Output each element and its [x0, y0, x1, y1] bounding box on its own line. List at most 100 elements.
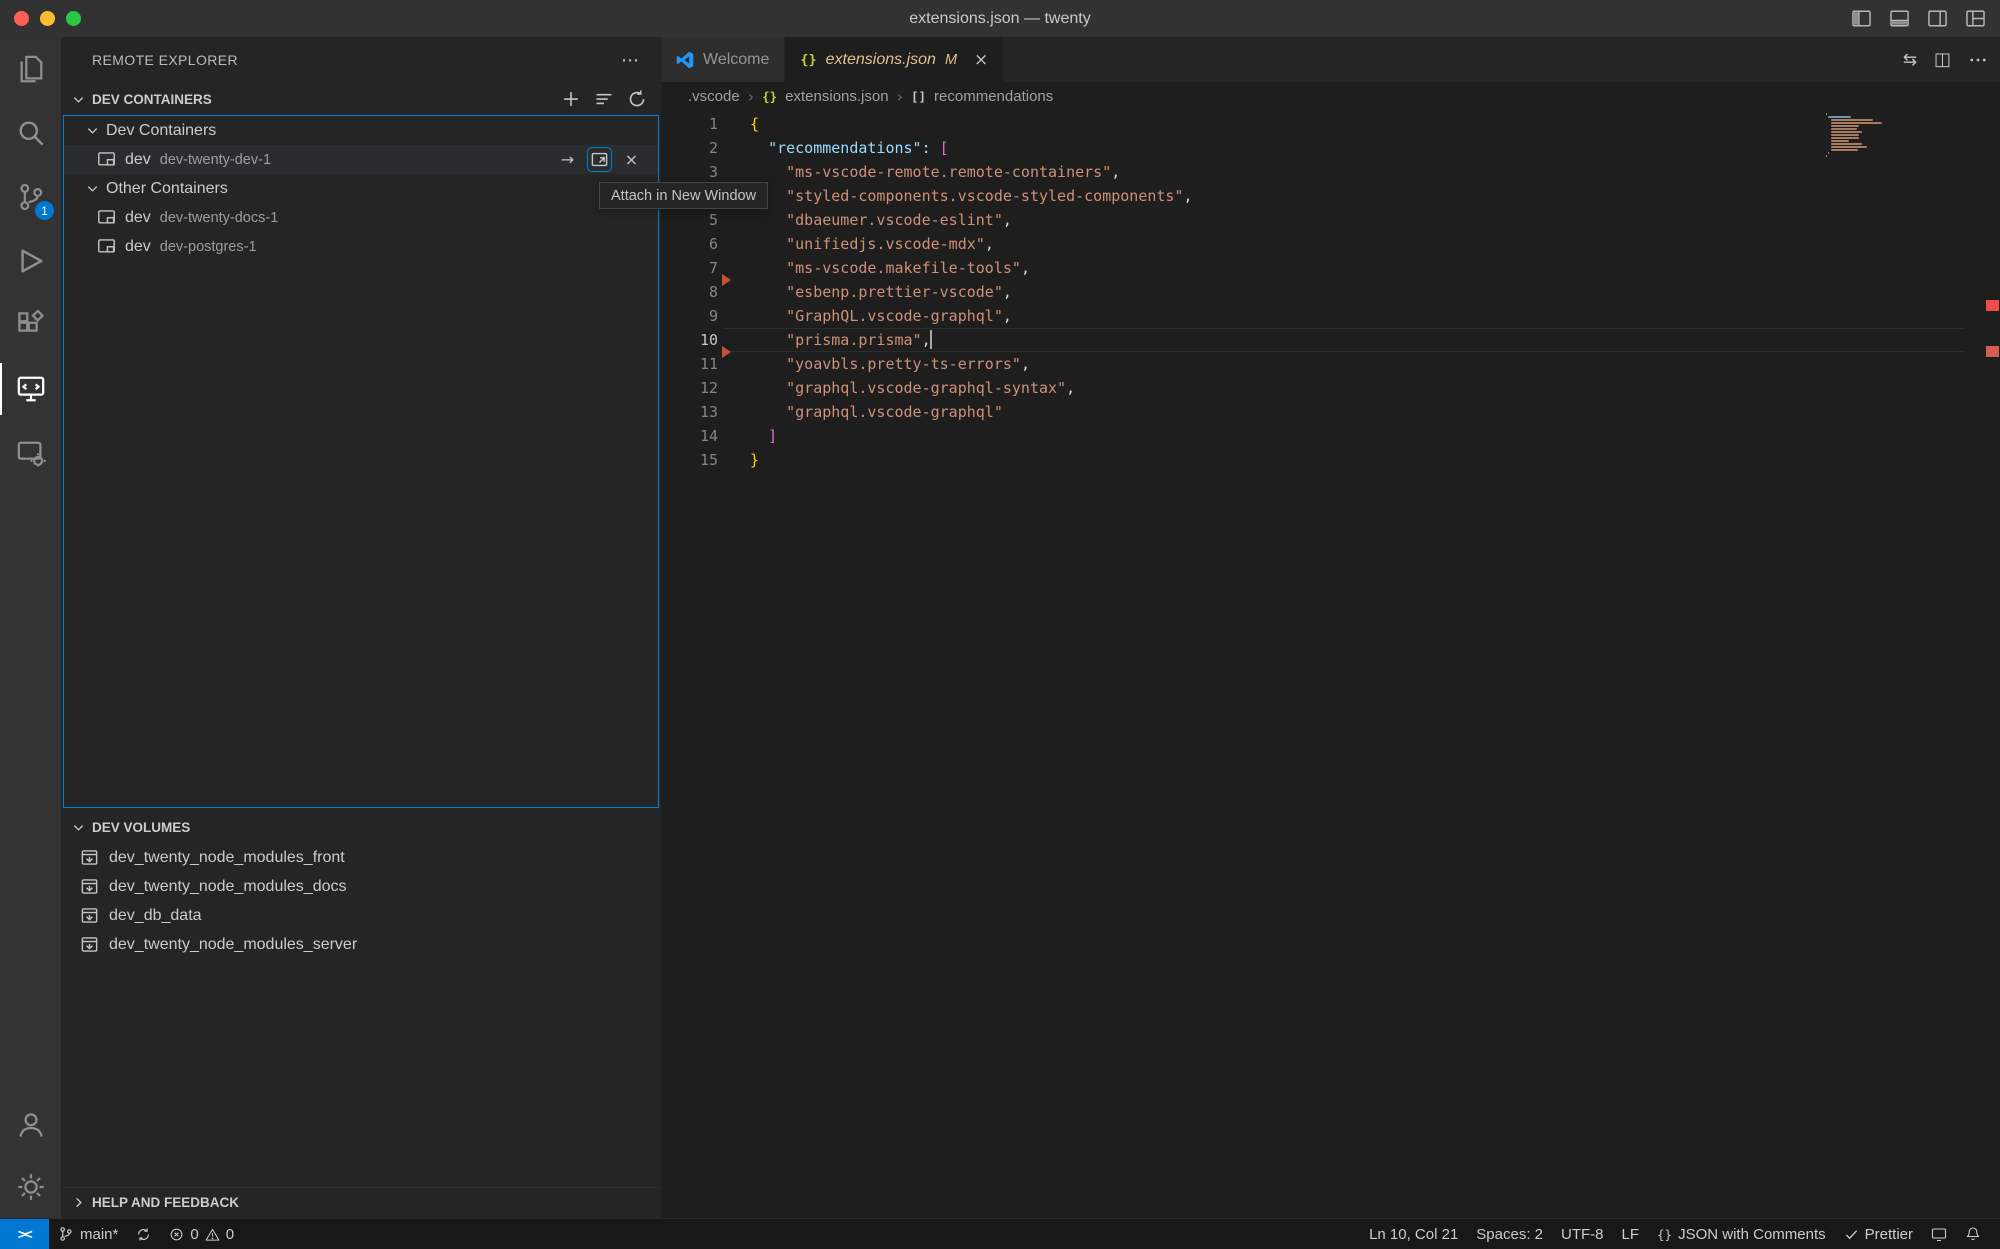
list-item-volume[interactable]: dev_twenty_node_modules_front [61, 843, 661, 872]
error-icon [169, 1227, 184, 1242]
line-number[interactable]: 9 [661, 304, 718, 328]
code-line: "yoavbls.pretty-ts-errors", [750, 352, 1193, 376]
line-number[interactable]: 8 [661, 280, 718, 304]
tree-group-other-containers[interactable]: Other Containers [64, 174, 658, 203]
list-item-volume[interactable]: dev_db_data [61, 901, 661, 930]
line-number[interactable]: 12 [661, 376, 718, 400]
settings-button[interactable] [0, 1156, 61, 1218]
minimap-line [1831, 137, 1860, 139]
more-actions-icon[interactable]: ⋯ [621, 50, 639, 71]
accounts-button[interactable] [0, 1094, 61, 1156]
customize-layout-icon[interactable] [1965, 8, 1986, 29]
gutter-deleted-marker [722, 274, 731, 286]
breadcrumb-file[interactable]: extensions.json [785, 88, 888, 105]
attach-container-button[interactable]: → [556, 148, 579, 171]
line-number[interactable]: 3 [661, 160, 718, 184]
code-line: } [750, 448, 1193, 472]
code-line: "ms-vscode-remote.remote-containers", [750, 160, 1193, 184]
sidebar-item-remote-explorer[interactable] [0, 357, 61, 421]
eol-button[interactable]: LF [1613, 1219, 1649, 1249]
toggle-panel-icon[interactable] [1889, 8, 1910, 29]
language-mode-button[interactable]: {} JSON with Comments [1648, 1219, 1835, 1249]
sidebar-item-extensions[interactable] [0, 293, 61, 357]
code-line: "esbenp.prettier-vscode", [750, 280, 1193, 304]
line-number[interactable]: 14 [661, 424, 718, 448]
more-actions-icon[interactable] [1968, 50, 1988, 70]
zoom-window-button[interactable] [66, 11, 81, 26]
minimap-line [1831, 128, 1857, 130]
minimap-line [1831, 119, 1874, 121]
sidebar-item-run-debug[interactable] [0, 229, 61, 293]
minimap-line [1831, 140, 1849, 142]
line-number[interactable]: 10 [661, 328, 718, 352]
cursor-position-button[interactable]: Ln 10, Col 21 [1360, 1219, 1467, 1249]
tree-item-dev-twenty-dev-1[interactable]: dev dev-twenty-dev-1 → × [64, 145, 658, 174]
open-changes-icon[interactable]: ⇆ [1903, 50, 1917, 70]
tree-item-dev-twenty-docs-1[interactable]: dev dev-twenty-docs-1 [64, 203, 658, 232]
tooltip-attach-in-new-window: Attach in New Window [599, 182, 768, 209]
run-debug-icon [16, 246, 46, 276]
remote-indicator[interactable]: >< [0, 1219, 49, 1249]
minimize-window-button[interactable] [40, 11, 55, 26]
volume-icon [80, 877, 99, 896]
sidebar-item-containers[interactable] [0, 421, 61, 485]
screencast-button[interactable] [1922, 1219, 1956, 1249]
container-icon [97, 150, 116, 169]
sidebar-item-search[interactable] [0, 101, 61, 165]
list-item-volume[interactable]: dev_twenty_node_modules_server [61, 930, 661, 959]
breadcrumb-folder[interactable]: .vscode [688, 88, 740, 105]
gear-icon [16, 1172, 46, 1202]
chevron-right-icon [71, 1195, 86, 1210]
notifications-button[interactable] [1956, 1219, 1990, 1249]
scm-badge: 1 [35, 201, 54, 220]
line-number[interactable]: 6 [661, 232, 718, 256]
toggle-primary-sidebar-icon[interactable] [1851, 8, 1872, 29]
chevron-down-icon [71, 820, 86, 835]
tree-item-dev-postgres-1[interactable]: dev dev-postgres-1 [64, 232, 658, 261]
sidebar-item-source-control[interactable]: 1 [0, 165, 61, 229]
line-number[interactable]: 1 [661, 112, 718, 136]
new-window-icon [590, 150, 609, 169]
git-branch-button[interactable]: main* [49, 1219, 127, 1249]
line-number[interactable]: 5 [661, 208, 718, 232]
overview-ruler-mark [1986, 300, 1999, 311]
close-tab-icon[interactable]: × [974, 50, 988, 70]
close-window-button[interactable] [14, 11, 29, 26]
stop-container-button[interactable]: × [620, 148, 643, 171]
tree-group-dev-containers[interactable]: Dev Containers [64, 116, 658, 145]
gutter[interactable]: 123456789101112131415 [661, 112, 718, 472]
section-help-and-feedback[interactable]: HELP AND FEEDBACK [61, 1187, 661, 1217]
section-dev-containers[interactable]: DEV CONTAINERS [61, 83, 661, 115]
breadcrumb-symbol[interactable]: recommendations [934, 88, 1053, 105]
problems-button[interactable]: 0 0 [160, 1219, 243, 1249]
line-number[interactable]: 11 [661, 352, 718, 376]
code-editor[interactable]: 123456789101112131415 { "recommendations… [661, 110, 2000, 1218]
line-number[interactable]: 2 [661, 136, 718, 160]
sidebar-item-explorer[interactable] [0, 37, 61, 101]
attach-new-window-button[interactable] [588, 148, 611, 171]
line-number[interactable]: 7 [661, 256, 718, 280]
indentation-button[interactable]: Spaces: 2 [1467, 1219, 1552, 1249]
line-number[interactable]: 15 [661, 448, 718, 472]
check-icon [1844, 1227, 1859, 1242]
minimap-line [1826, 113, 1827, 115]
tab-extensions-json[interactable]: {} extensions.json M × [785, 37, 1003, 82]
section-dev-volumes[interactable]: DEV VOLUMES [61, 812, 661, 842]
formatter-button[interactable]: Prettier [1835, 1219, 1922, 1249]
container-settings-icon [16, 438, 46, 468]
tab-bar: Welcome {} extensions.json M × ⇆ ◫ [661, 37, 2000, 82]
sync-button[interactable] [127, 1219, 160, 1249]
list-item-volume[interactable]: dev_twenty_node_modules_docs [61, 872, 661, 901]
refresh-icon[interactable] [627, 89, 647, 109]
encoding-button[interactable]: UTF-8 [1552, 1219, 1613, 1249]
tab-welcome[interactable]: Welcome [661, 37, 785, 82]
toggle-secondary-sidebar-icon[interactable] [1927, 8, 1948, 29]
minimap[interactable] [1826, 113, 1898, 158]
split-editor-icon[interactable]: ◫ [1934, 49, 1951, 70]
minimap-line [1828, 116, 1851, 118]
filter-list-icon[interactable] [594, 89, 614, 109]
line-number[interactable]: 13 [661, 400, 718, 424]
minimap-line [1831, 125, 1860, 127]
add-icon[interactable] [561, 89, 581, 109]
json-file-icon: {} [800, 52, 816, 68]
